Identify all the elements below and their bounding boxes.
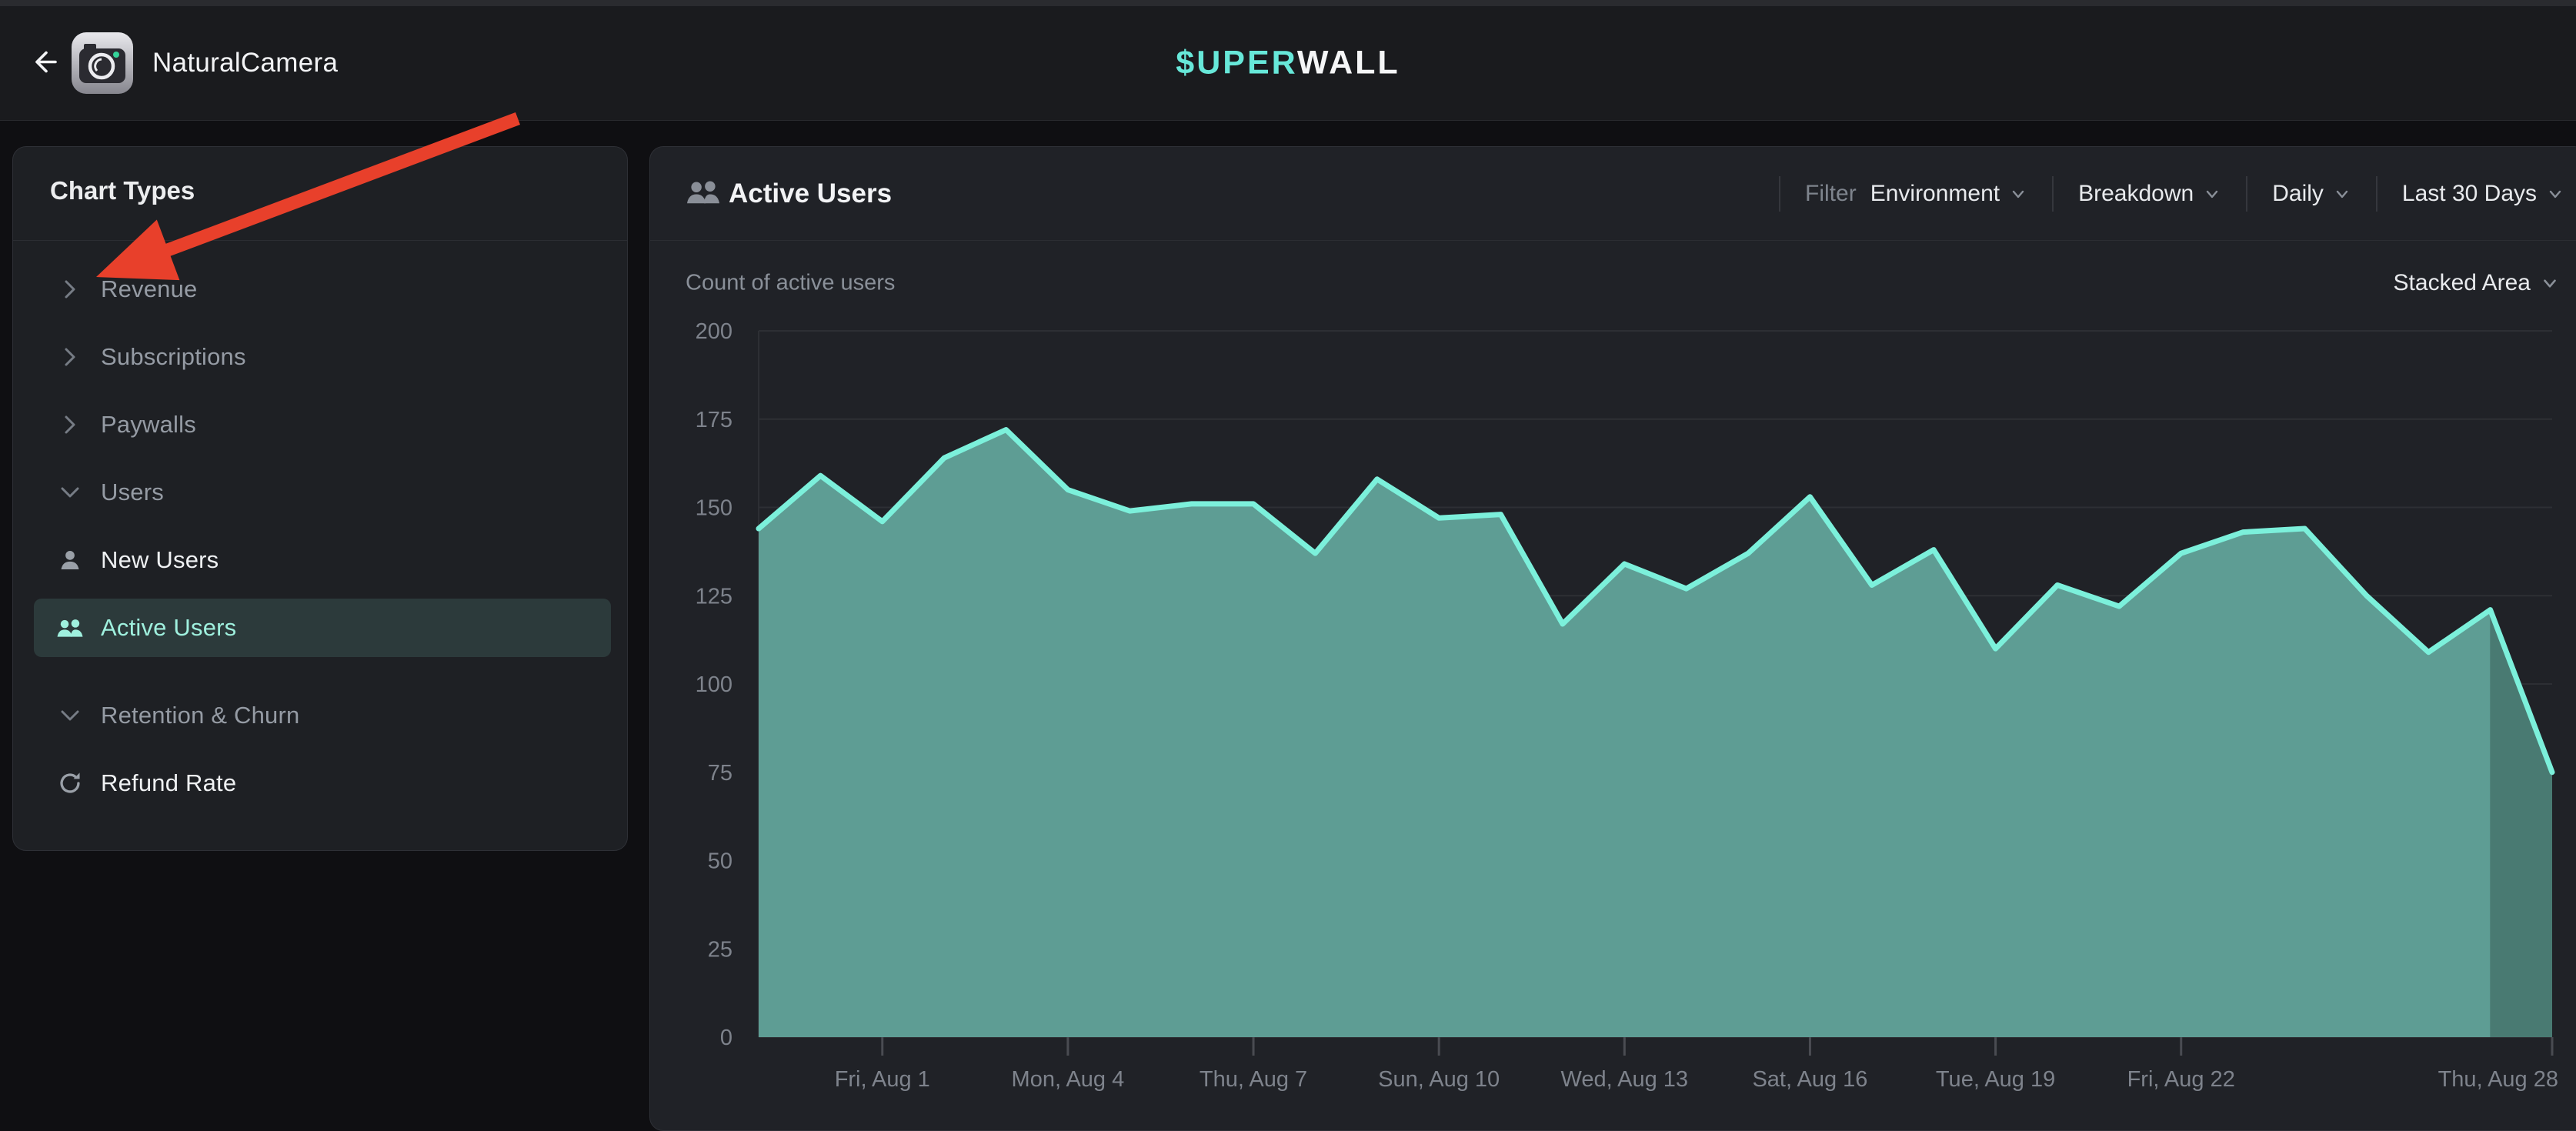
sidebar-item-label: Subscriptions xyxy=(101,343,246,371)
person-icon xyxy=(56,546,84,574)
people-icon xyxy=(56,614,84,642)
sidebar-item-active-users[interactable]: Active Users xyxy=(34,599,611,657)
filter-dropdown-label: Last 30 Days xyxy=(2402,181,2537,207)
sidebar-item-revenue[interactable]: Revenue xyxy=(34,260,611,319)
chevron-down-icon xyxy=(2203,185,2221,203)
chart-panel-header: Active Users Filter Environment Breakdown D… xyxy=(650,147,2576,240)
app-name: NaturalCamera xyxy=(152,48,338,78)
chevron-right-icon xyxy=(56,275,84,303)
filter-separator xyxy=(1779,176,1780,212)
sidebar-item-label: Retention & Churn xyxy=(101,702,299,729)
sidebar-item-label: Refund Rate xyxy=(101,769,236,797)
sidebar-item-paywalls[interactable]: Paywalls xyxy=(34,395,611,454)
filter-separator xyxy=(2052,176,2054,212)
chevron-right-icon xyxy=(56,343,84,371)
chart-types-panel: Chart Types Revenue Subscriptions Paywalls… xyxy=(12,146,628,851)
filter-dropdown-label: Environment xyxy=(1870,181,2000,207)
sidebar-item-label: New Users xyxy=(101,546,219,574)
sidebar-divider xyxy=(13,240,627,241)
camera-app-icon xyxy=(71,32,134,95)
filter-separator xyxy=(2246,176,2247,212)
chevron-right-icon xyxy=(56,411,84,439)
chevron-down-icon xyxy=(56,479,84,506)
logo-prefix: $UPER xyxy=(1176,45,1297,82)
arrow-left-icon xyxy=(28,45,62,79)
filter-dropdown-environment[interactable]: Environment xyxy=(1870,181,2027,207)
filter-dropdown-last-30-days[interactable]: Last 30 Days xyxy=(2402,181,2564,207)
refresh-icon xyxy=(56,769,84,797)
chevron-down-icon xyxy=(2333,185,2351,203)
filter-dropdown-label: Daily xyxy=(2272,181,2324,207)
top-bar: NaturalCamera $UPERWALL xyxy=(0,6,2576,121)
filter-dropdown-label: Breakdown xyxy=(2078,181,2194,207)
sidebar-item-refund-rate[interactable]: Refund Rate xyxy=(34,754,611,812)
sidebar-title: Chart Types xyxy=(50,176,195,205)
sidebar-item-subscriptions[interactable]: Subscriptions xyxy=(34,328,611,386)
filter-bar: Filter Environment Breakdown Daily Last 30 D… xyxy=(1754,147,2564,240)
sidebar-item-users[interactable]: Users xyxy=(34,463,611,522)
filter-dropdown-breakdown[interactable]: Breakdown xyxy=(2078,181,2221,207)
chart-type-selector[interactable]: Stacked Area xyxy=(2389,269,2564,297)
chart-type-label: Stacked Area xyxy=(2394,270,2531,296)
chart-title: Active Users xyxy=(729,178,892,209)
superwall-logo: $UPERWALL xyxy=(1176,45,1400,82)
sidebar-item-label: Active Users xyxy=(101,614,236,642)
filter-separator xyxy=(2376,176,2377,212)
sidebar-item-new-users[interactable]: New Users xyxy=(34,531,611,589)
sidebar-item-label: Revenue xyxy=(101,275,198,303)
window-top-strip xyxy=(0,0,2576,6)
chart-subheader: Count of active users Stacked Area xyxy=(650,241,2576,325)
sidebar-item-retention-churn[interactable]: Retention & Churn xyxy=(34,686,611,745)
filter-dropdown-daily[interactable]: Daily xyxy=(2272,181,2351,207)
back-button[interactable] xyxy=(23,41,66,86)
chart-subtitle: Count of active users xyxy=(686,271,895,296)
chevron-down-icon xyxy=(2009,185,2027,203)
sidebar-item-label: Paywalls xyxy=(101,411,196,439)
people-icon xyxy=(686,176,721,211)
logo-suffix: WALL xyxy=(1297,45,1400,82)
chevron-down-icon xyxy=(2546,185,2564,203)
chart-panel: Active Users Filter Environment Breakdown D… xyxy=(649,146,2576,1131)
chevron-down-icon xyxy=(2540,273,2560,293)
app-icon xyxy=(71,32,134,95)
filter-prefix-label: Filter xyxy=(1805,181,1857,207)
chevron-down-icon xyxy=(56,702,84,729)
sidebar-item-label: Users xyxy=(101,479,164,506)
